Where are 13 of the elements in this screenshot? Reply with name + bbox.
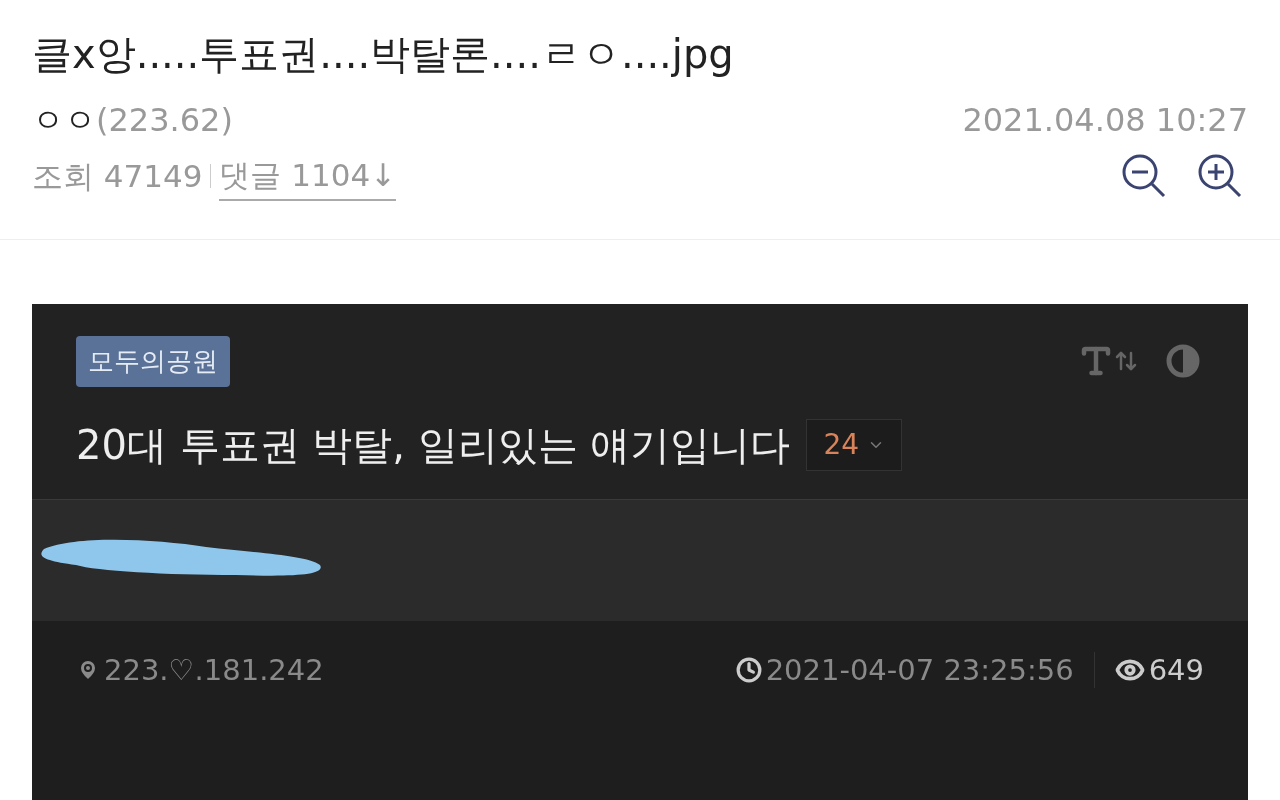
view-count-embedded: 649: [1148, 651, 1204, 689]
comment-count-badge[interactable]: 24: [806, 418, 903, 471]
post-title: 클x앙.....투표권....박탈론....ㄹㅇ....jpg: [32, 30, 735, 79]
clock-icon: [735, 657, 762, 684]
post-datetime: 2021-04-07 23:25:56: [765, 651, 1074, 689]
author-name: ㅇㅇ: [32, 100, 96, 141]
ip-address: 223.♡.181.242: [104, 651, 324, 689]
post-date: 2021.04.08 10:27: [962, 100, 1248, 141]
view-count: 조회 47149: [32, 157, 203, 196]
board-tag: 모두의공원: [76, 335, 230, 387]
contrast-icon[interactable]: [1166, 344, 1200, 378]
author-ip: (223.62): [96, 100, 233, 141]
embedded-post-title: 20대 투표권 박탈, 일리있는 얘기입니다: [76, 420, 791, 470]
